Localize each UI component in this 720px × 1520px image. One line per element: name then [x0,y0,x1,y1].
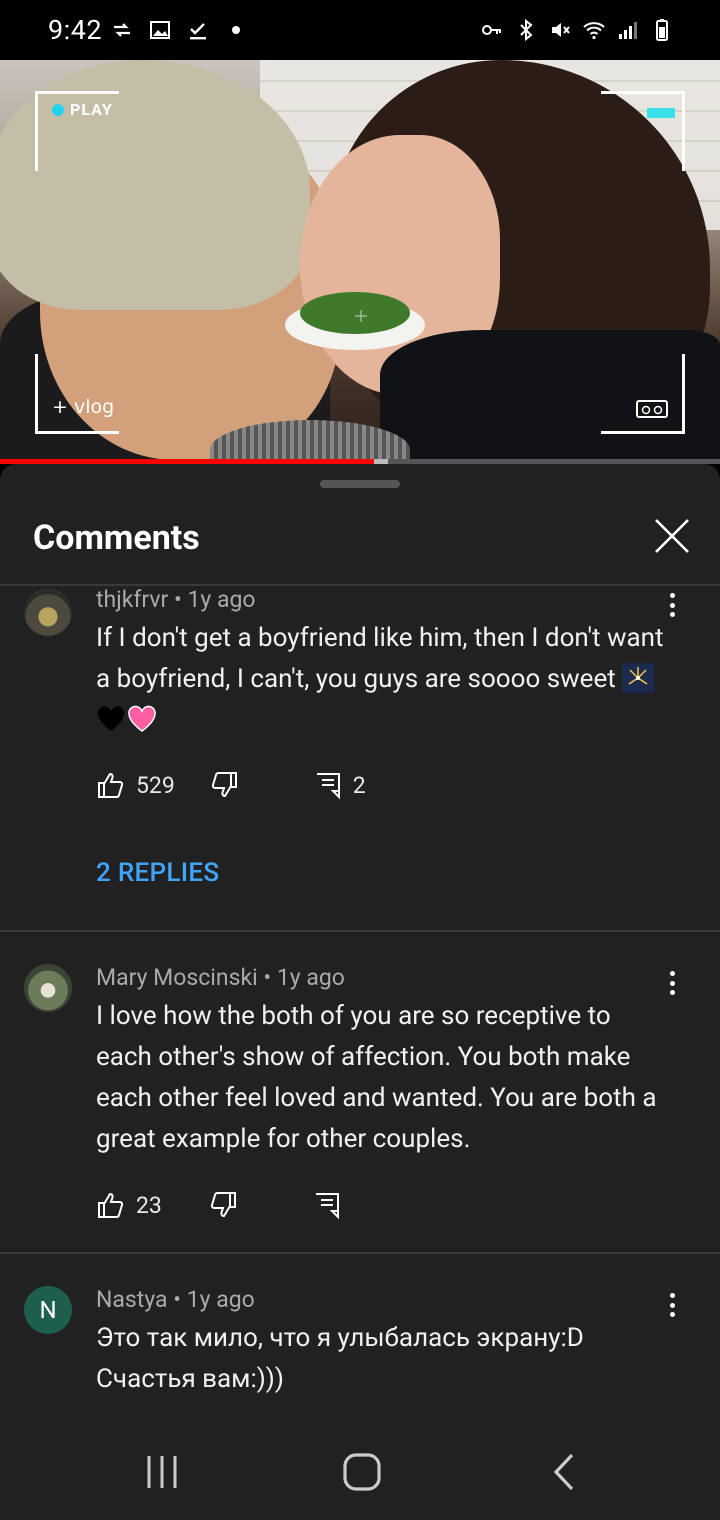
camcorder-frame-bottom-left [35,354,119,434]
recent-apps-icon[interactable] [140,1450,184,1494]
video-player[interactable]: PLAY + vlog [0,60,720,462]
home-icon[interactable] [340,1450,384,1494]
thumbs-down-icon [210,1192,236,1218]
comment-text: If I don't get a boyfriend like him, the… [96,618,666,741]
back-icon[interactable] [542,1450,586,1494]
drag-handle[interactable] [320,480,400,488]
comment-text: Это так мило, что я улыбалась экрану:D С… [96,1323,584,1394]
reply-count: 2 [352,771,366,799]
comments-panel: Comments thjkfrvr • 1y ago If I don't ge… [0,464,720,1520]
more-options-icon[interactable] [662,1290,682,1320]
comment-reply-icon [316,773,340,800]
comment-reply-icon [315,1193,339,1220]
close-icon[interactable] [650,514,694,558]
wifi-icon [583,22,605,40]
link-sync-icon [114,23,130,37]
panel-title: Comments [33,518,200,558]
black-heart-emoji-icon [97,706,125,731]
mute-icon [552,23,570,37]
sparkling-heart-emoji-icon [128,705,156,732]
download-done-icon [190,23,206,40]
camcorder-play-label: PLAY [52,100,113,119]
comment-actions: 23 [96,1188,342,1222]
comment-divider [0,930,720,932]
comment-author-meta[interactable]: Nastya • 1y ago [96,1286,255,1313]
comment-author-meta[interactable]: Mary Moscinski • 1y ago [96,964,345,991]
camcorder-frame-top-right [601,91,685,171]
like-count: 529 [136,771,175,799]
view-replies-link[interactable]: 2 REPLIES [96,858,219,888]
image-icon [150,21,170,39]
comment-author-meta[interactable]: thjkfrvr • 1y ago [96,586,256,613]
like-button[interactable]: 23 [96,1190,162,1220]
bluetooth-icon [520,18,533,42]
thumbs-up-icon [98,1192,124,1218]
battery-icon [656,19,668,41]
status-bar: 9:42 [0,0,720,60]
dot-icon [232,26,240,34]
camcorder-frame-bottom-right [601,354,685,434]
avatar[interactable] [24,964,72,1012]
avatar-letter: N [39,1296,57,1324]
avatar[interactable]: N [24,1286,72,1334]
comment-actions: 529 2 [96,768,366,802]
system-navigation-bar [0,1420,720,1520]
recording-dot-icon [52,103,64,116]
thumbs-down-icon [211,772,237,798]
comment-divider [0,1252,720,1254]
reply-button[interactable]: 2 [313,770,366,800]
fireworks-emoji-icon [622,663,655,693]
thumbs-up-icon [98,772,124,798]
avatar[interactable] [24,588,72,636]
reply-button[interactable] [312,1190,342,1220]
dislike-button[interactable] [208,1190,238,1220]
status-time: 9:42 [48,14,103,46]
camcorder-vlog-label: + vlog [52,396,115,418]
more-options-icon[interactable] [662,590,682,620]
camcorder-crosshair-icon [355,310,367,322]
signal-icon [619,22,637,39]
comment-text: I love how the both of you are so recept… [96,1001,657,1154]
dislike-button[interactable] [209,770,239,800]
vpn-key-icon [482,25,501,35]
camcorder-battery-icon [647,108,675,118]
cassette-tape-icon [636,400,668,418]
like-count: 23 [136,1191,162,1219]
like-button[interactable]: 529 [96,770,175,800]
more-options-icon[interactable] [662,968,682,998]
